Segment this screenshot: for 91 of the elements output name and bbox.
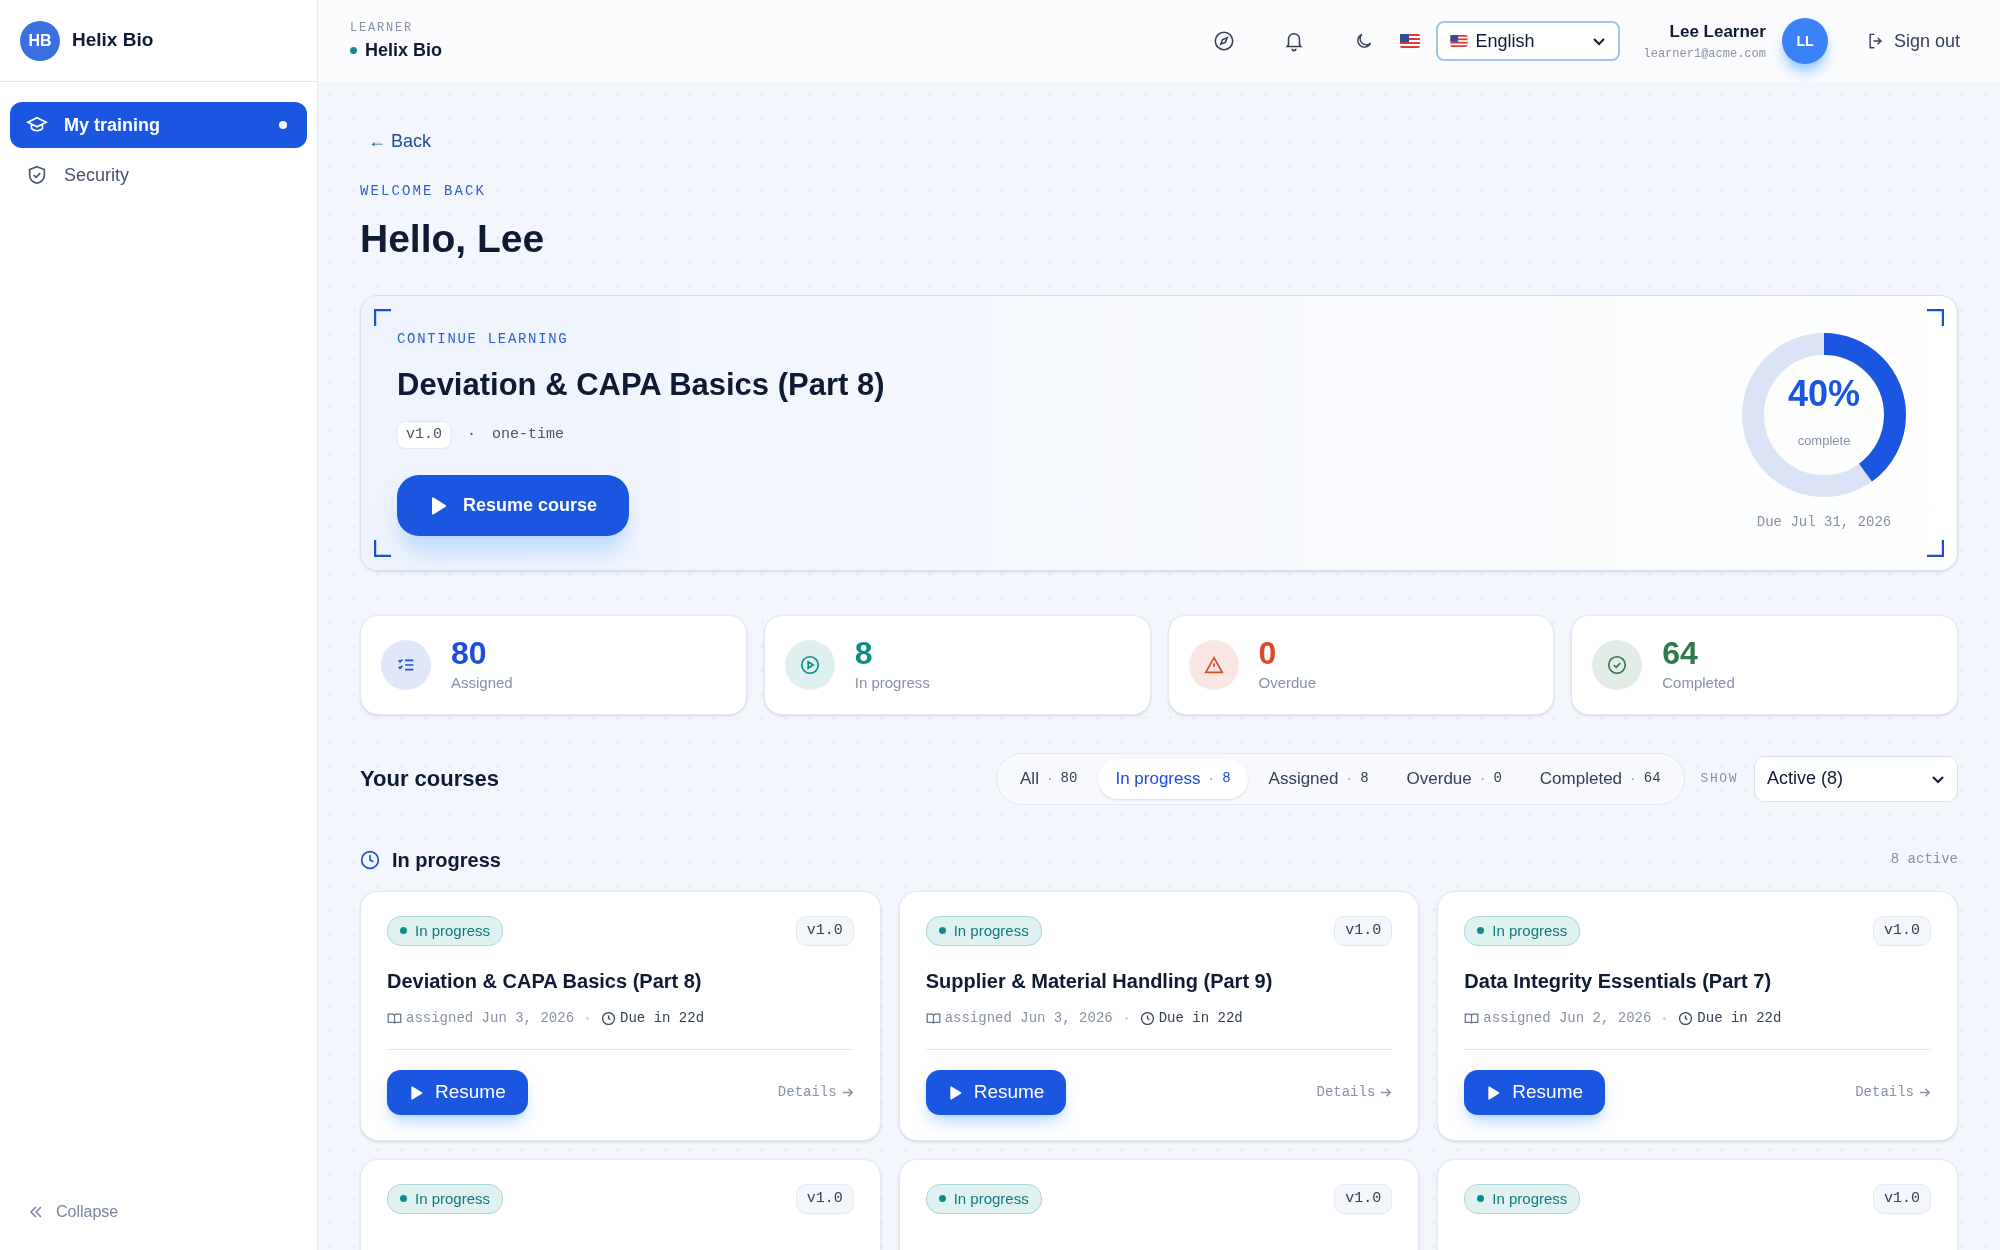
clock-icon [1678,1011,1694,1026]
corner-mark-icon [1926,308,1944,327]
role-label: LEARNER [350,19,414,37]
logo-badge: HB [20,20,60,61]
user-avatar[interactable]: LL [1781,18,1828,64]
corner-mark-icon [1926,538,1944,557]
stat-label: Overdue [1258,673,1317,694]
frequency-label: one-time [492,424,565,445]
greeting-heading: Hello, Lee [360,216,546,262]
user-name: Lee Learner [1669,21,1766,44]
due-date: Due Jul 31, 2026 [1756,513,1892,532]
stat-label: In progress [854,673,930,694]
assigned-date: assigned Jun 2, 2026 [1483,1009,1652,1028]
language-select[interactable]: English [1435,21,1620,61]
course-title: Data Integrity Essentials (Part 7) [1464,969,1773,994]
resume-button[interactable]: Resume [925,1070,1067,1115]
version-tag: v1.0 [1334,915,1393,946]
assigned-date: assigned Jun 3, 2026 [944,1009,1113,1028]
status-badge: In progress [1464,1183,1581,1214]
arrow-right-icon [1379,1086,1393,1099]
stat-value: 0 [1258,634,1278,673]
group-heading: In progress [392,847,501,873]
filter-tab[interactable]: Overdue · 0 [1389,758,1519,799]
sign-out-button[interactable]: Sign out [1865,27,1960,55]
play-icon [409,1084,423,1101]
clock-icon [601,1011,617,1026]
book-icon [1464,1011,1480,1026]
active-count: 8 active [1890,850,1958,869]
chevrons-left-icon [28,1204,44,1220]
status-badge: In progress [925,915,1042,946]
nav-item[interactable]: Security [10,152,307,198]
resume-button[interactable]: Resume [1464,1070,1606,1115]
stat-value: 64 [1662,634,1699,673]
version-tag: v1.0 [397,420,451,449]
user-email: learner1@acme.com [1643,45,1766,63]
check-circle-icon [1606,653,1629,676]
stat-value: 80 [451,634,488,673]
filter-tab[interactable]: In progress · 8 [1098,758,1248,799]
back-link[interactable]: ← Back [368,128,432,155]
status-badge: In progress [925,1183,1042,1214]
arrow-right-icon [840,1086,854,1099]
due-label: Due in 22d [1158,1009,1243,1028]
version-tag: v1.0 [1334,1183,1393,1214]
show-label: SHOW [1700,769,1738,788]
course-title: Supplier & Material Handling (Part 9) [925,969,1274,994]
shield-check-icon [26,164,48,186]
course-title: Deviation & CAPA Basics (Part 8) [397,366,886,404]
clock-icon [1139,1011,1155,1026]
flag-icon [1399,34,1420,48]
filter-tab[interactable]: All · 80 [1003,758,1095,799]
play-icon [947,1084,962,1101]
nav-item[interactable]: My training [10,102,307,148]
show-select[interactable]: Active (8) [1754,755,1958,802]
percent-value: 40% [1787,372,1861,417]
due-label: Due in 22d [620,1009,705,1028]
resume-button[interactable]: Resume [387,1070,528,1115]
status-badge: In progress [387,915,504,946]
compass-icon [1212,30,1235,52]
welcome-label: WELCOME BACK [360,182,488,201]
flag-icon [1449,35,1468,47]
status-badge: In progress [387,1183,504,1214]
percent-label: complete [1797,432,1851,451]
version-tag: v1.0 [795,915,854,946]
stat-label: Completed [1662,673,1735,694]
arrow-right-icon [1918,1086,1931,1099]
filter-tab[interactable]: Completed · 64 [1522,758,1678,799]
corner-mark-icon [374,308,392,327]
brand-name: Helix Bio [72,28,154,53]
play-circle-icon [798,653,821,676]
assigned-date: assigned Jun 3, 2026 [406,1009,575,1028]
collapse-button[interactable]: Collapse [0,1200,317,1224]
play-icon [1486,1084,1501,1101]
separator-dot: · [467,424,477,445]
resume-course-button[interactable]: Resume course [397,475,630,536]
stat-value: 8 [854,634,874,673]
filter-tab[interactable]: Assigned · 8 [1251,758,1386,799]
course-title: Deviation & CAPA Basics (Part 8) [387,969,703,994]
status-badge: In progress [1464,915,1581,946]
corner-mark-icon [374,538,392,557]
book-icon [387,1011,402,1026]
due-label: Due in 22d [1697,1009,1782,1028]
play-icon [429,495,447,516]
continue-label: CONTINUE LEARNING [397,330,570,349]
version-tag: v1.0 [1873,1183,1931,1214]
stat-label: Assigned [451,673,513,694]
book-icon [925,1011,941,1026]
organization-name: Helix Bio [365,38,443,62]
clock-icon [360,849,380,870]
section-heading: Your courses [360,765,499,793]
version-tag: v1.0 [795,1183,854,1214]
version-tag: v1.0 [1873,915,1931,946]
